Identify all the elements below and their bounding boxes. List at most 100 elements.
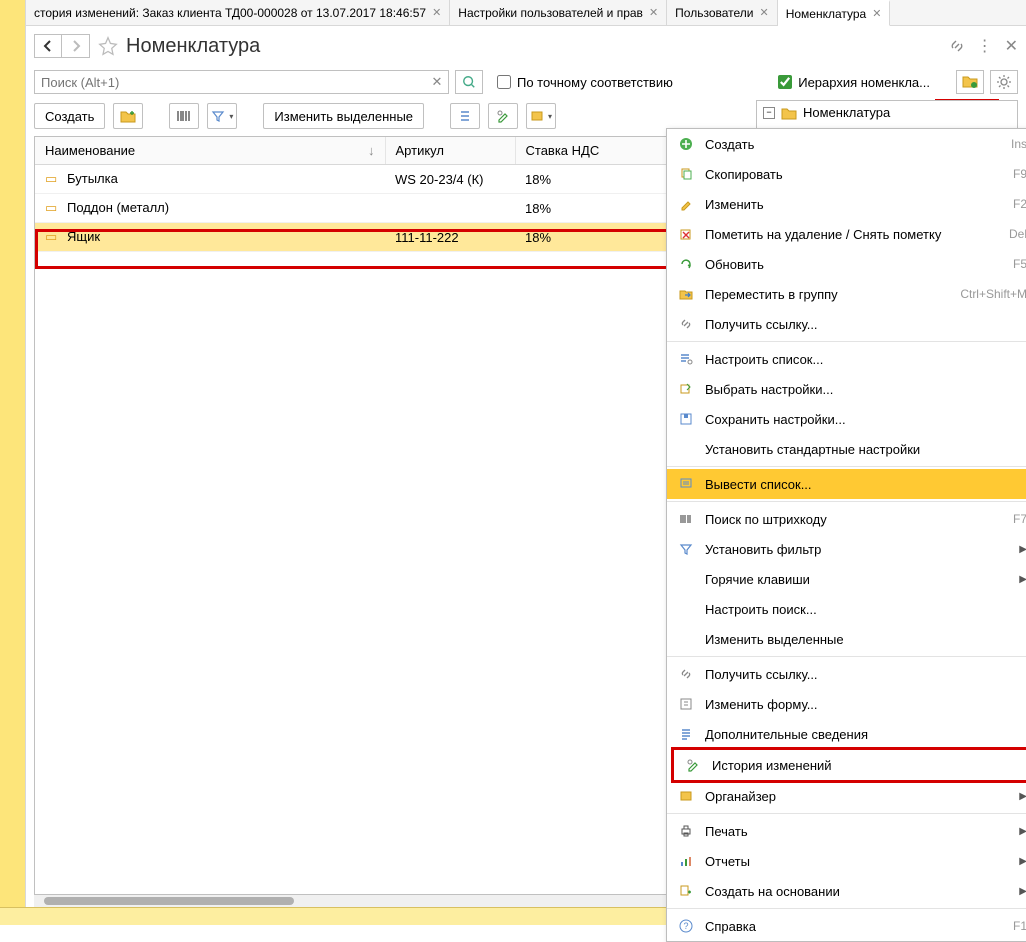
collapse-icon[interactable]: − bbox=[763, 107, 775, 119]
sort-indicator-icon: ↓ bbox=[368, 143, 375, 158]
tab-label: Номенклатура bbox=[786, 7, 867, 21]
horizontal-scrollbar[interactable] bbox=[34, 895, 748, 907]
menu-output-list[interactable]: Вывести список... bbox=[667, 469, 1026, 499]
tab-label: Настройки пользователей и прав bbox=[458, 6, 643, 20]
search-input[interactable] bbox=[34, 70, 449, 94]
close-icon[interactable]: ✕ bbox=[759, 6, 768, 19]
blank-icon bbox=[677, 440, 695, 458]
create-based-icon bbox=[677, 882, 695, 900]
clear-search-icon[interactable]: ✕ bbox=[429, 74, 445, 90]
submenu-arrow-icon: ▶ bbox=[1019, 791, 1026, 802]
search-button[interactable] bbox=[455, 70, 483, 94]
scrollbar-thumb[interactable] bbox=[44, 897, 294, 905]
create-folder-button[interactable] bbox=[113, 103, 143, 129]
page-header: Номенклатура ⋮ ✕ bbox=[26, 26, 1026, 66]
list-gear-icon bbox=[677, 350, 695, 368]
more-vert-icon[interactable]: ⋮ bbox=[977, 36, 993, 56]
menu-help[interactable]: ?СправкаF1 bbox=[667, 911, 1026, 941]
menu-refresh[interactable]: ОбновитьF5 bbox=[667, 249, 1026, 279]
menu-mark-delete[interactable]: Пометить на удаление / Снять пометкуDel bbox=[667, 219, 1026, 249]
menu-copy[interactable]: СкопироватьF9 bbox=[667, 159, 1026, 189]
settings-button[interactable] bbox=[990, 70, 1018, 94]
submenu-arrow-icon: ▶ bbox=[1019, 544, 1026, 555]
menu-get-link2[interactable]: Получить ссылку... bbox=[667, 659, 1026, 689]
forward-button[interactable] bbox=[62, 34, 90, 58]
close-page-icon[interactable]: ✕ bbox=[1005, 36, 1018, 56]
folder-star-button[interactable] bbox=[956, 70, 984, 94]
organizer-icon bbox=[677, 787, 695, 805]
barcode-button[interactable] bbox=[169, 103, 199, 129]
col-article[interactable]: Артикул bbox=[385, 137, 515, 165]
folder-icon bbox=[781, 106, 797, 120]
organizer-dropdown-button[interactable] bbox=[526, 103, 556, 129]
menu-barcode-search[interactable]: Поиск по штрихкодуF7 bbox=[667, 504, 1026, 534]
menu-history[interactable]: История изменений bbox=[674, 750, 1026, 780]
close-icon[interactable]: ✕ bbox=[432, 6, 441, 19]
table-row[interactable]: ▭Бутылка WS 20-23/4 (К) 18% bbox=[35, 165, 747, 194]
exact-match-checkbox[interactable]: По точному соответствию bbox=[497, 75, 673, 90]
blank-icon bbox=[677, 600, 695, 618]
history-edit-button[interactable] bbox=[488, 103, 518, 129]
col-name[interactable]: Наименование↓ bbox=[35, 137, 385, 165]
tree-root-item[interactable]: − Номенклатура bbox=[763, 105, 1011, 120]
list-view-button[interactable] bbox=[450, 103, 480, 129]
tab-nomenclature[interactable]: Номенклатура ✕ bbox=[778, 0, 891, 26]
table-row[interactable]: ▭Поддон (металл) 18% bbox=[35, 194, 747, 223]
menu-pick-settings[interactable]: Выбрать настройки... bbox=[667, 374, 1026, 404]
menu-move-group[interactable]: Переместить в группуCtrl+Shift+M bbox=[667, 279, 1026, 309]
tab-history[interactable]: стория изменений: Заказ клиента ТД00-000… bbox=[26, 0, 450, 25]
menu-extra-info[interactable]: Дополнительные сведения bbox=[667, 719, 1026, 749]
menu-cfg-search[interactable]: Настроить поиск... bbox=[667, 594, 1026, 624]
copy-icon bbox=[677, 165, 695, 183]
page-title: Номенклатура bbox=[126, 35, 260, 58]
hierarchy-checkbox[interactable]: Иерархия номенкла... bbox=[778, 75, 930, 90]
menu-print[interactable]: Печать▶ bbox=[667, 816, 1026, 846]
tab-user-settings[interactable]: Настройки пользователей и прав ✕ bbox=[450, 0, 667, 25]
hierarchy-label: Иерархия номенкла... bbox=[798, 75, 930, 90]
pencil-icon bbox=[677, 195, 695, 213]
submenu-arrow-icon: ▶ bbox=[1019, 856, 1026, 867]
menu-edit[interactable]: ИзменитьF2 bbox=[667, 189, 1026, 219]
menu-change-selected[interactable]: Изменить выделенные bbox=[667, 624, 1026, 654]
close-icon[interactable]: ✕ bbox=[649, 6, 658, 19]
menu-reset-settings[interactable]: Установить стандартные настройки bbox=[667, 434, 1026, 464]
tab-users[interactable]: Пользователи ✕ bbox=[667, 0, 778, 25]
menu-organizer[interactable]: Органайзер▶ bbox=[667, 781, 1026, 811]
menu-get-link[interactable]: Получить ссылку... bbox=[667, 309, 1026, 339]
plus-icon bbox=[677, 135, 695, 153]
create-button[interactable]: Создать bbox=[34, 103, 105, 129]
left-nav-strip bbox=[0, 0, 26, 925]
menu-reports[interactable]: Отчеты▶ bbox=[667, 846, 1026, 876]
close-icon[interactable]: ✕ bbox=[872, 7, 881, 20]
output-list-icon bbox=[677, 475, 695, 493]
edit-selected-button[interactable]: Изменить выделенные bbox=[263, 103, 424, 129]
tab-label: Пользователи bbox=[675, 6, 753, 20]
folder-icon: ▭ bbox=[45, 229, 61, 245]
table-row-selected[interactable]: ▭Ящик 111-11-222 18% bbox=[35, 223, 747, 252]
menu-create[interactable]: СоздатьIns bbox=[667, 129, 1026, 159]
menu-edit-form[interactable]: Изменить форму... bbox=[667, 689, 1026, 719]
delete-mark-icon bbox=[677, 225, 695, 243]
filter-row: ✕ По точному соответствию Иерархия номен… bbox=[26, 66, 1026, 98]
pick-settings-icon bbox=[677, 380, 695, 398]
favorite-star-icon[interactable] bbox=[98, 36, 118, 56]
tab-label: стория изменений: Заказ клиента ТД00-000… bbox=[34, 6, 426, 20]
menu-hotkeys[interactable]: Горячие клавиши▶ bbox=[667, 564, 1026, 594]
link-icon[interactable] bbox=[949, 38, 965, 54]
filter-dropdown-button[interactable] bbox=[207, 103, 237, 129]
back-button[interactable] bbox=[34, 34, 62, 58]
barcode-icon bbox=[677, 510, 695, 528]
filter-icon bbox=[677, 540, 695, 558]
menu-history-highlight: История изменений bbox=[671, 747, 1026, 783]
print-icon bbox=[677, 822, 695, 840]
submenu-arrow-icon: ▶ bbox=[1019, 826, 1026, 837]
form-edit-icon bbox=[677, 695, 695, 713]
blank-icon bbox=[677, 630, 695, 648]
menu-set-filter[interactable]: Установить фильтр▶ bbox=[667, 534, 1026, 564]
menu-create-based[interactable]: Создать на основании▶ bbox=[667, 876, 1026, 906]
chart-icon bbox=[677, 852, 695, 870]
link-icon bbox=[677, 315, 695, 333]
menu-save-settings[interactable]: Сохранить настройки... bbox=[667, 404, 1026, 434]
menu-config-list[interactable]: Настроить список... bbox=[667, 344, 1026, 374]
menu-separator bbox=[667, 908, 1026, 909]
